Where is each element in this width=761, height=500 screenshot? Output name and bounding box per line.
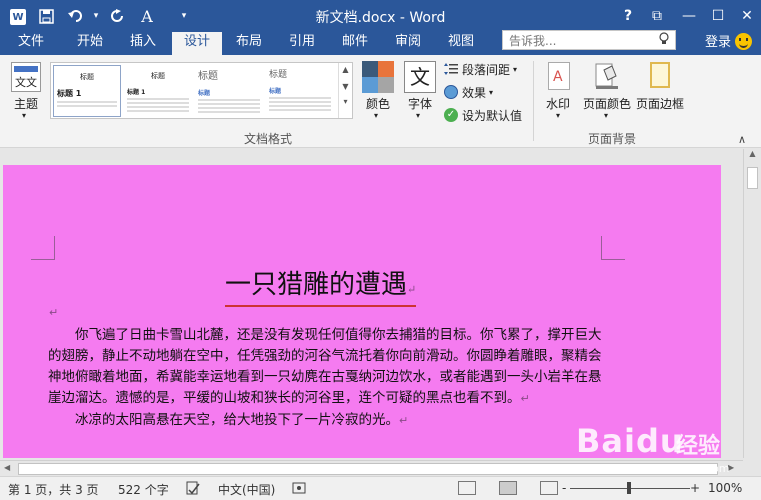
- lightbulb-icon: [659, 32, 669, 48]
- page-borders-icon[interactable]: [650, 62, 670, 88]
- tab-home[interactable]: 开始: [65, 32, 115, 55]
- effects-label: 效果: [462, 85, 487, 100]
- tab-mailings[interactable]: 邮件: [330, 32, 380, 55]
- vertical-scrollbar[interactable]: ▲: [743, 149, 761, 458]
- style-set-4[interactable]: 标题 标题: [266, 65, 334, 117]
- body-paragraph-1[interactable]: 你飞遍了日曲卡雪山北麓，还是没有发现任何值得你去捕猎的目标。你飞累了，撑开巨大的…: [48, 325, 606, 409]
- scroll-up-icon[interactable]: ▲: [744, 149, 761, 163]
- minimize-button[interactable]: —: [679, 6, 699, 26]
- maximize-button[interactable]: ☐: [708, 6, 728, 26]
- paragraph-spacing-icon: [444, 62, 458, 76]
- style-set-default[interactable]: 标题 标题 1: [53, 65, 121, 117]
- ribbon-design: 文文 主题 ▾ 标题 标题 1 标题 标题 1 标题 标题 标题 标题 ▲ ▼ …: [0, 55, 761, 148]
- tab-view[interactable]: 视图: [436, 32, 486, 55]
- zoom-out-button[interactable]: -: [562, 481, 566, 495]
- colors-label[interactable]: 颜色: [366, 95, 390, 112]
- paragraph-mark: ↵: [399, 414, 409, 427]
- baidu-url-text: jingyan.baidu.com: [628, 462, 730, 475]
- tab-layout[interactable]: 布局: [224, 32, 274, 55]
- fonts-label[interactable]: 字体: [408, 95, 432, 112]
- macro-recording-icon[interactable]: [292, 481, 306, 498]
- themes-icon[interactable]: 文文: [11, 62, 41, 92]
- paragraph-spacing-dropdown-icon: ▾: [513, 64, 518, 74]
- crop-mark-top-right: [601, 236, 625, 260]
- paragraph-spacing-button[interactable]: 段落间距 ▾: [444, 60, 517, 78]
- tab-references[interactable]: 引用: [277, 32, 327, 55]
- set-as-default-button[interactable]: ✓ 设为默认值: [444, 106, 522, 124]
- page-gap: [0, 149, 743, 165]
- document-page[interactable]: 一只猎雕的遭遇↵ ↵ 你飞遍了日曲卡雪山北麓，还是没有发现任何值得你去捕猎的目标…: [3, 165, 721, 458]
- watermark-dropdown-icon[interactable]: ▾: [556, 111, 560, 120]
- page-color-label[interactable]: 页面颜色: [583, 95, 631, 112]
- gallery-scroll[interactable]: ▲ ▼ ▾: [338, 63, 352, 118]
- document-title[interactable]: 一只猎雕的遭遇↵: [225, 270, 417, 307]
- colors-icon[interactable]: [362, 61, 394, 93]
- style-set-2[interactable]: 标题 标题 1: [124, 65, 192, 117]
- body-paragraph-2[interactable]: 冰凉的太阳高悬在天空，给大地投下了一片冷寂的光。↵: [48, 410, 606, 431]
- page-count[interactable]: 第 1 页，共 3 页: [8, 481, 99, 498]
- tell-me-input[interactable]: 告诉我...: [502, 30, 676, 50]
- page-borders-label[interactable]: 页面边框: [636, 95, 684, 112]
- zoom-level[interactable]: 100%: [708, 481, 742, 495]
- document-area: 一只猎雕的遭遇↵ ↵ 你飞遍了日曲卡雪山北麓，还是没有发现任何值得你去捕猎的目标…: [0, 149, 761, 458]
- baidu-jingyan-text: 经验: [676, 434, 721, 459]
- gallery-down-icon[interactable]: ▼: [339, 82, 352, 91]
- effects-icon: [444, 85, 458, 99]
- proofing-icon[interactable]: [186, 481, 200, 498]
- print-layout-icon[interactable]: [499, 481, 517, 495]
- paragraph-mark: ↵: [520, 392, 530, 405]
- word-count[interactable]: 522 个字: [118, 481, 169, 498]
- effects-button[interactable]: 效果 ▾: [444, 83, 493, 101]
- tab-file[interactable]: 文件: [8, 32, 54, 55]
- themes-label[interactable]: 主题: [14, 95, 38, 112]
- language-indicator[interactable]: 中文(中国): [218, 481, 275, 498]
- baidu-watermark: Baidu 经验 jingyan.baidu.com: [576, 418, 756, 478]
- tab-review[interactable]: 审阅: [383, 32, 433, 55]
- close-button[interactable]: ✕: [737, 6, 757, 26]
- watermark-label[interactable]: 水印: [546, 95, 570, 112]
- tell-me-placeholder: 告诉我...: [509, 34, 557, 48]
- effects-dropdown-icon: ▾: [489, 87, 494, 97]
- page-color-icon[interactable]: [594, 62, 620, 90]
- help-button[interactable]: ?: [618, 6, 638, 26]
- empty-paragraph-mark: ↵: [49, 306, 59, 319]
- colors-dropdown-icon[interactable]: ▾: [374, 111, 378, 120]
- vertical-scroll-thumb[interactable]: [747, 167, 758, 189]
- web-layout-icon[interactable]: [540, 481, 558, 495]
- style-set-3[interactable]: 标题 标题: [195, 65, 263, 117]
- set-as-default-label: 设为默认值: [462, 108, 523, 123]
- page-color-dropdown-icon[interactable]: ▾: [604, 111, 608, 120]
- fonts-dropdown-icon[interactable]: ▾: [416, 111, 420, 120]
- tab-insert[interactable]: 插入: [118, 32, 168, 55]
- paragraph-mark: ↵: [407, 283, 417, 296]
- checkmark-icon: ✓: [444, 108, 458, 122]
- paragraph-spacing-label: 段落间距: [462, 62, 511, 77]
- zoom-in-button[interactable]: +: [690, 481, 700, 495]
- gallery-more-icon[interactable]: ▾: [339, 97, 352, 106]
- watermark-icon[interactable]: A: [548, 62, 570, 90]
- read-mode-icon[interactable]: [458, 481, 476, 495]
- smiley-feedback-icon[interactable]: [735, 33, 752, 50]
- title-bar: W ▾ A ▾ 新文档.docx - Word ? ⧉ — ☐ ✕: [0, 0, 761, 32]
- tab-design[interactable]: 设计: [172, 32, 222, 55]
- gallery-up-icon[interactable]: ▲: [339, 65, 352, 74]
- page-background-group-label: 页面背景: [588, 132, 637, 146]
- svg-text:A: A: [553, 69, 563, 85]
- scroll-left-icon[interactable]: ◀: [4, 463, 10, 472]
- ribbon-display-options-button[interactable]: ⧉: [647, 6, 667, 26]
- status-bar: 第 1 页，共 3 页 522 个字 中文(中国) - + 100%: [0, 476, 761, 500]
- group-separator: [533, 61, 534, 141]
- sign-in-link[interactable]: 登录: [705, 31, 731, 50]
- collapse-ribbon-icon[interactable]: ∧: [738, 133, 746, 146]
- fonts-icon[interactable]: 文: [404, 61, 436, 93]
- document-formatting-group-label: 文档格式: [244, 132, 293, 146]
- crop-mark-top-left: [31, 236, 55, 260]
- style-set-gallery: 标题 标题 1 标题 标题 1 标题 标题 标题 标题 ▲ ▼ ▾: [50, 62, 353, 119]
- zoom-slider-knob[interactable]: [627, 482, 631, 494]
- themes-dropdown-icon[interactable]: ▾: [22, 111, 26, 120]
- baidu-brand-text: Baidu: [576, 422, 684, 460]
